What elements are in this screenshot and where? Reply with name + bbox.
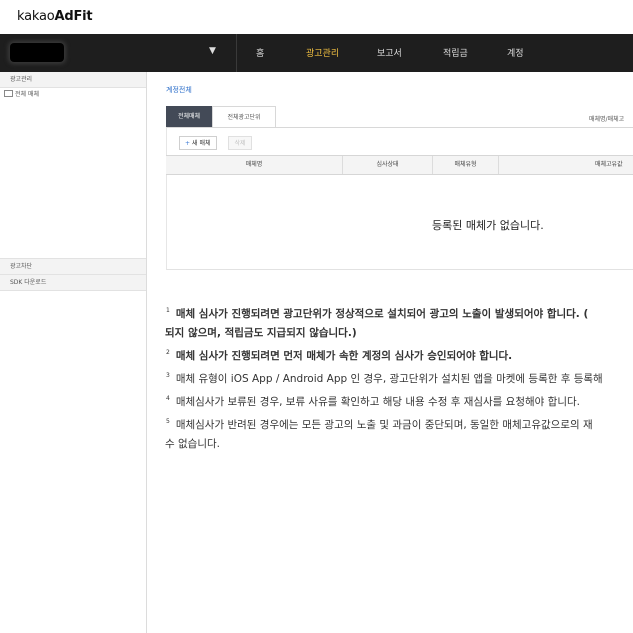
nav-points[interactable]: 적립금 [443, 46, 468, 59]
column-header-review-status[interactable]: 심사상태 [343, 156, 433, 174]
tab-all-ad-units[interactable]: 전체광고단위 [212, 106, 276, 127]
search-filter-label[interactable]: 매체명/매체고 [589, 114, 624, 123]
note-1-continued: 되지 않으며, 적립금도 지급되지 않습니다.) [165, 327, 357, 339]
sidebar-item-label: 전체 매체 [15, 91, 39, 98]
tab-all-media[interactable]: 전체매체 [166, 106, 212, 127]
note-1: 1 매체 심사가 진행되려면 광고단위가 정상적으로 설치되어 광고의 노출이 발… [166, 307, 589, 320]
sidebar-lower-group: 광고차단 SDK 다운로드 [0, 258, 146, 291]
table-header: 매체명 심사상태 매체유형 매체고유값 [166, 155, 633, 175]
note-5: 5 매체심사가 반려된 경우에는 모든 광고의 노출 및 과금이 중단되며, 동일… [166, 418, 593, 431]
sidebar-section-sdk-download[interactable]: SDK 다운로드 [0, 275, 146, 291]
note-3: 3 매체 유형이 iOS App / Android App 인 경우, 광고단위… [166, 372, 603, 385]
kakao-adfit-logo[interactable]: kakaoAdFit [17, 9, 93, 24]
column-header-media-type[interactable]: 매체유형 [433, 156, 499, 174]
breadcrumb[interactable]: 계정전체 [166, 85, 192, 95]
nav-divider [236, 34, 237, 72]
nav-reports[interactable]: 보고서 [377, 46, 402, 59]
sidebar-section-ad-management[interactable]: 광고관리 [0, 72, 146, 88]
new-media-button[interactable]: + 새 매체 [179, 136, 217, 150]
delete-button[interactable]: 삭제 [228, 136, 252, 150]
sidebar: 광고관리 전체 매체 광고차단 SDK 다운로드 [0, 72, 147, 633]
note-2: 2 매체 심사가 진행되려면 먼저 매체가 속한 계정의 심사가 승인되어야 합니… [166, 349, 513, 362]
folder-icon [4, 90, 13, 97]
note-4: 4 매체심사가 보류된 경우, 보류 사유를 확인하고 해당 내용 수정 후 재심… [166, 395, 580, 408]
plus-icon: + [185, 140, 191, 147]
column-header-media-name[interactable]: 매체명 [166, 156, 343, 174]
top-navigation: ▼ 홈 광고관리 보고서 적립금 계정 [0, 34, 633, 72]
empty-table-message: 등록된 매체가 없습니다. [432, 219, 544, 232]
nav-ad-management[interactable]: 광고관리 [306, 46, 339, 59]
nav-account[interactable]: 계정 [507, 46, 524, 59]
note-5-continued: 수 없습니다. [165, 438, 220, 450]
sidebar-section-ad-block[interactable]: 광고차단 [0, 259, 146, 275]
logo-bar: kakaoAdFit [0, 0, 633, 34]
chevron-down-icon[interactable]: ▼ [209, 46, 216, 56]
sidebar-item-all-media[interactable]: 전체 매체 [0, 88, 146, 102]
notes-list: 1 매체 심사가 진행되려면 광고단위가 정상적으로 설치되어 광고의 노출이 발… [165, 301, 633, 454]
nav-home[interactable]: 홈 [256, 46, 264, 59]
account-selector-redacted[interactable] [10, 43, 64, 62]
column-header-media-id[interactable]: 매체고유값 [499, 156, 633, 174]
